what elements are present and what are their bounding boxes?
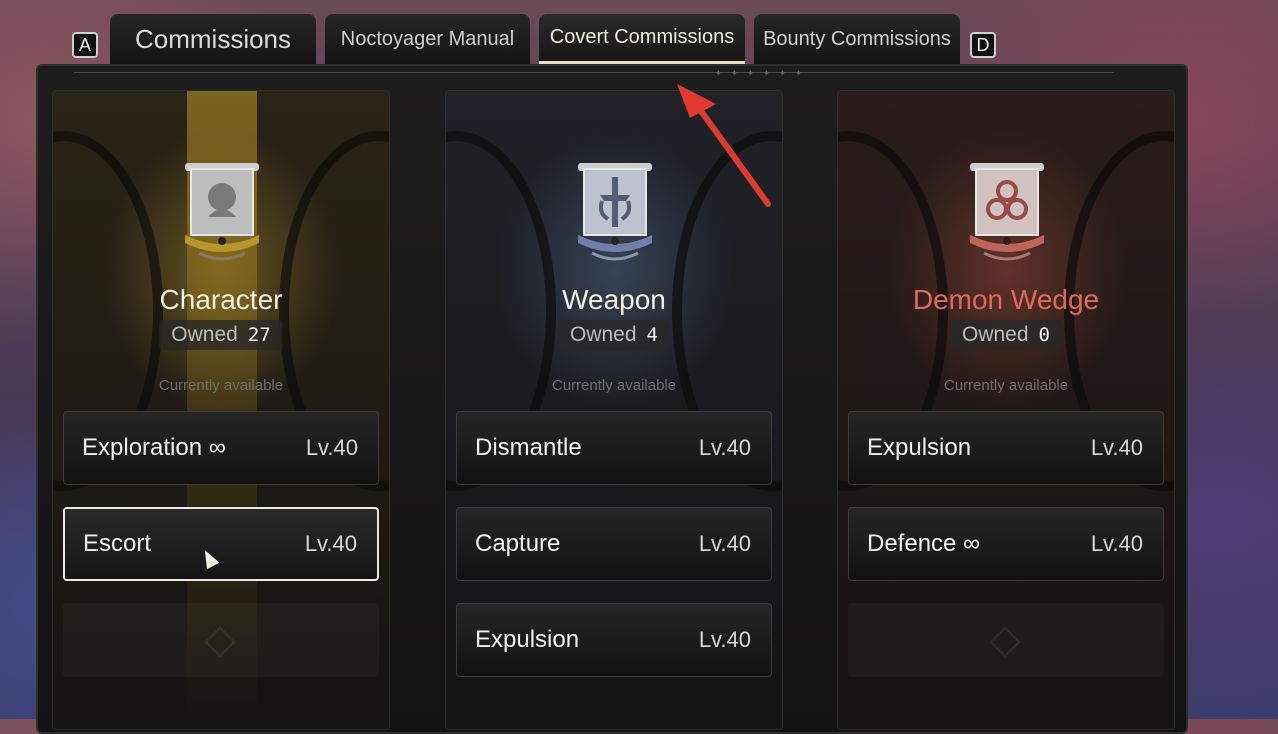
annotation-arrow-icon [677, 84, 771, 207]
